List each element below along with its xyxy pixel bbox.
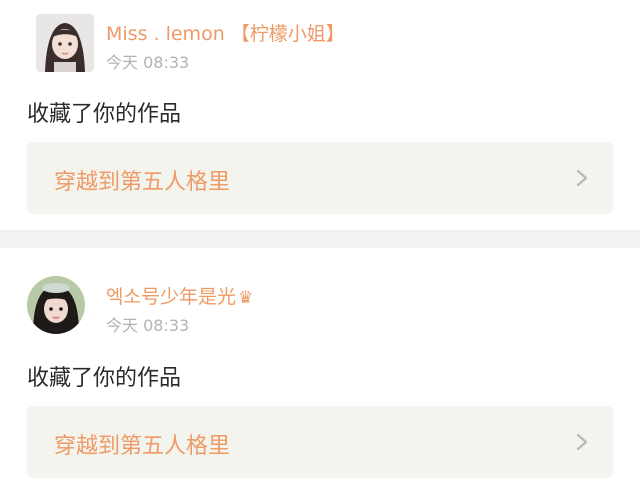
- work-title: 穿越到第五人格里: [54, 434, 231, 459]
- crown-icon: ♛: [237, 288, 254, 308]
- notification-item: 엑소号少年是光 ♛ 今天 08:33 收藏了你的作品 穿越到第五人格里: [0, 248, 640, 496]
- notification-item: Miss . lemon 【柠檬小姐】 今天 08:33 收藏了你的作品 穿越到…: [0, 0, 640, 230]
- work-card[interactable]: 穿越到第五人格里: [27, 142, 613, 214]
- username-text[interactable]: 엑소号少年是光: [106, 286, 236, 308]
- user-avatar[interactable]: [27, 276, 85, 334]
- chevron-right-icon: [576, 433, 588, 451]
- action-text: 收藏了你的作品: [27, 366, 182, 391]
- action-text: 收藏了你的作品: [27, 102, 182, 127]
- work-card[interactable]: 穿越到第五人格里: [27, 406, 613, 478]
- username-text[interactable]: Miss . lemon 【柠檬小姐】: [106, 23, 345, 45]
- avatar-image: [36, 14, 94, 72]
- section-divider: [0, 230, 640, 248]
- chevron-right-icon: [576, 169, 588, 187]
- timestamp: 今天 08:33: [106, 316, 190, 335]
- username[interactable]: 엑소号少年是光 ♛: [106, 282, 253, 309]
- timestamp: 今天 08:33: [106, 53, 190, 72]
- work-title: 穿越到第五人格里: [54, 170, 231, 195]
- username[interactable]: Miss . lemon 【柠檬小姐】: [106, 19, 345, 46]
- avatar-image: [27, 276, 85, 334]
- user-avatar[interactable]: [36, 14, 94, 72]
